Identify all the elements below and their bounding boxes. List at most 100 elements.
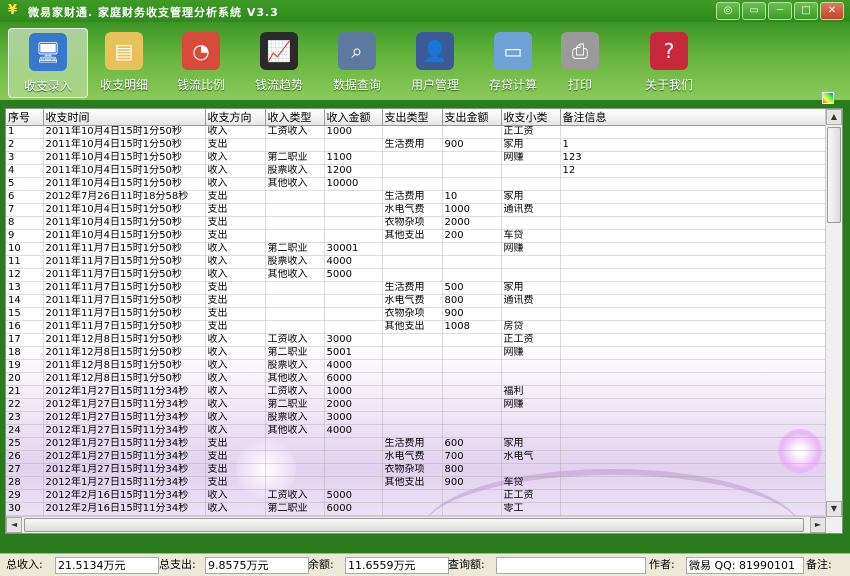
table-cell: 13: [6, 281, 44, 295]
table-cell: [560, 294, 826, 308]
table-cell: 网赚: [501, 151, 561, 165]
table-row[interactable]: 16 2011年11月7日15时1分50秒 支出 其他支出 1008 房贷: [6, 320, 826, 334]
vertical-scroll-thumb[interactable]: [827, 127, 841, 223]
toolbar-button-1[interactable]: 🖥 收支录入: [8, 28, 88, 98]
table-cell: 家用: [501, 281, 561, 295]
table-cell: [442, 177, 502, 191]
table-cell: 6000: [324, 502, 383, 516]
color-palette-icon[interactable]: [822, 92, 834, 104]
table-cell: 2011年10月4日15时1分50秒: [43, 164, 206, 178]
table-row[interactable]: 2 2011年10月4日15时1分50秒 支出 生活费用 900 家用 1: [6, 138, 826, 152]
table-row[interactable]: 15 2011年11月7日15时1分50秒 支出 衣物杂项 900: [6, 307, 826, 321]
table-cell: 收入: [205, 125, 266, 139]
scroll-up-arrow-icon[interactable]: ▲: [826, 109, 842, 125]
minimize-button[interactable]: ─: [768, 2, 792, 20]
table-row[interactable]: 29 2012年2月16日15时11分34秒 收入 工资收入 5000 正工资: [6, 489, 826, 503]
table-cell: [324, 281, 383, 295]
table-row[interactable]: 19 2011年12月8日15时1分50秒 收入 股票收入 4000: [6, 359, 826, 373]
skin-button[interactable]: ◎: [716, 2, 740, 20]
column-header[interactable]: 支出类型: [382, 109, 443, 126]
table-cell: 900: [442, 307, 502, 321]
table-row[interactable]: 12 2011年11月7日15时1分50秒 收入 其他收入 5000: [6, 268, 826, 282]
toolbar-button-label: 收支录入: [23, 79, 72, 93]
table-row[interactable]: 14 2011年11月7日15时1分50秒 支出 水电气费 800 通讯费: [6, 294, 826, 308]
table-row[interactable]: 17 2011年12月8日15时1分50秒 收入 工资收入 3000 正工资: [6, 333, 826, 347]
toolbar-button-8[interactable]: ⎙ 打印: [541, 28, 619, 96]
table-row[interactable]: 23 2012年1月27日15时11分34秒 收入 股票收入 3000: [6, 411, 826, 425]
balance-value: 11.6559万元: [345, 557, 449, 574]
table-row[interactable]: 11 2011年11月7日15时1分50秒 收入 股票收入 4000: [6, 255, 826, 269]
scroll-down-arrow-icon[interactable]: ▼: [826, 501, 842, 517]
table-cell: 车贷: [501, 476, 561, 490]
column-header[interactable]: 收入类型: [265, 109, 325, 126]
table-row[interactable]: 5 2011年10月4日15时1分50秒 收入 其他收入 10000: [6, 177, 826, 191]
horizontal-scrollbar[interactable]: ◄ ►: [6, 516, 826, 533]
table-cell: 5001: [324, 346, 383, 360]
column-header[interactable]: 收支小类: [501, 109, 561, 126]
table-cell: 2012年1月27日15时11分34秒: [43, 385, 206, 399]
table-cell: 2012年2月16日15时11分34秒: [43, 502, 206, 516]
table-row[interactable]: 9 2011年10月4日15时1分50秒 支出 其他支出 200 车贷: [6, 229, 826, 243]
table-cell: 生活费用: [382, 437, 443, 451]
table-cell: 700: [442, 450, 502, 464]
table-cell: 水电气费: [382, 294, 443, 308]
table-cell: 3000: [324, 411, 383, 425]
scroll-right-arrow-icon[interactable]: ►: [810, 517, 826, 533]
table-row[interactable]: 8 2011年10月4日15时1分50秒 支出 衣物杂项 2000: [6, 216, 826, 230]
horizontal-scroll-thumb[interactable]: [24, 518, 804, 532]
maximize-button[interactable]: □: [794, 2, 818, 20]
table-cell: 1100: [324, 151, 383, 165]
toolbar-button-2[interactable]: ▤ 收支明细: [85, 28, 163, 96]
close-button[interactable]: ✕: [820, 2, 844, 20]
table-cell: 支出: [205, 463, 266, 477]
table-cell: [501, 268, 561, 282]
table-row[interactable]: 10 2011年11月7日15时1分50秒 收入 第二职业 30001 网赚: [6, 242, 826, 256]
toolbar-button-4[interactable]: 📈 钱流趋势: [240, 28, 318, 96]
column-header[interactable]: 序号: [6, 109, 44, 126]
column-header[interactable]: 收支方向: [205, 109, 266, 126]
table-row[interactable]: 18 2011年12月8日15时1分50秒 收入 第二职业 5001 网赚: [6, 346, 826, 360]
table-cell: [501, 164, 561, 178]
table-row[interactable]: 6 2012年7月26日11时18分58秒 支出 生活费用 10 家用: [6, 190, 826, 204]
table-cell: 12: [560, 164, 826, 178]
author-label: 作者:: [649, 558, 675, 571]
toolbar-button-5[interactable]: ⌕ 数据查询: [318, 28, 396, 96]
table-cell: 2011年10月4日15时1分50秒: [43, 229, 206, 243]
table-row[interactable]: 21 2012年1月27日15时11分34秒 收入 工资收入 1000 福利: [6, 385, 826, 399]
table-row[interactable]: 13 2011年11月7日15时1分50秒 支出 生活费用 500 家用: [6, 281, 826, 295]
table-row[interactable]: 20 2011年12月8日15时1分50秒 收入 其他收入 6000: [6, 372, 826, 386]
toolbar-button-9[interactable]: ? 关于我们: [630, 28, 708, 96]
table-row[interactable]: 3 2011年10月4日15时1分50秒 收入 第二职业 1100 网赚 123: [6, 151, 826, 165]
table-cell: 2011年12月8日15时1分50秒: [43, 372, 206, 386]
table-row[interactable]: 22 2012年1月27日15时11分34秒 收入 第二职业 2000 网赚: [6, 398, 826, 412]
column-header[interactable]: 支出金额: [442, 109, 502, 126]
scroll-left-arrow-icon[interactable]: ◄: [6, 517, 22, 533]
records-grid[interactable]: 序号 收支时间 收支方向 收入类型 收入金额 支出类型 支出金额 收支小类 备注信息 1 2011…: [5, 108, 843, 534]
table-row[interactable]: 28 2012年1月27日15时11分34秒 支出 其他支出 900 车贷: [6, 476, 826, 490]
column-header[interactable]: 收支时间: [43, 109, 206, 126]
restore-button[interactable]: ▭: [742, 2, 766, 20]
toolbar-button-3[interactable]: ◔ 钱流比例: [162, 28, 240, 96]
table-row[interactable]: 25 2012年1月27日15时11分34秒 支出 生活费用 600 家用: [6, 437, 826, 451]
table-cell: 其他收入: [265, 177, 325, 191]
table-row[interactable]: 7 2011年10月4日15时1分50秒 支出 水电气费 1000 通讯费: [6, 203, 826, 217]
table-cell: [560, 229, 826, 243]
vertical-scrollbar[interactable]: ▲ ▼: [825, 109, 842, 533]
table-cell: [560, 281, 826, 295]
table-cell: [560, 177, 826, 191]
table-row[interactable]: 24 2012年1月27日15时11分34秒 收入 其他收入 4000: [6, 424, 826, 438]
column-header[interactable]: 收入金额: [324, 109, 383, 126]
table-row[interactable]: 27 2012年1月27日15时11分34秒 支出 衣物杂项 800: [6, 463, 826, 477]
table-row[interactable]: 4 2011年10月4日15时1分50秒 收入 股票收入 1200 12: [6, 164, 826, 178]
table-cell: [442, 255, 502, 269]
table-cell: [265, 307, 325, 321]
table-row[interactable]: 26 2012年1月27日15时11分34秒 支出 水电气费 700 水电气: [6, 450, 826, 464]
table-cell: 15: [6, 307, 44, 321]
table-cell: [382, 268, 443, 282]
column-header[interactable]: 备注信息: [560, 109, 826, 126]
table-cell: 900: [442, 476, 502, 490]
table-row[interactable]: 1 2011年10月4日15时1分50秒 收入 工资收入 1000 正工资: [6, 125, 826, 139]
table-cell: 2011年10月4日15时1分50秒: [43, 125, 206, 139]
toolbar-button-6[interactable]: 👤 用户管理: [396, 28, 474, 96]
table-row[interactable]: 30 2012年2月16日15时11分34秒 收入 第二职业 6000 零工: [6, 502, 826, 516]
